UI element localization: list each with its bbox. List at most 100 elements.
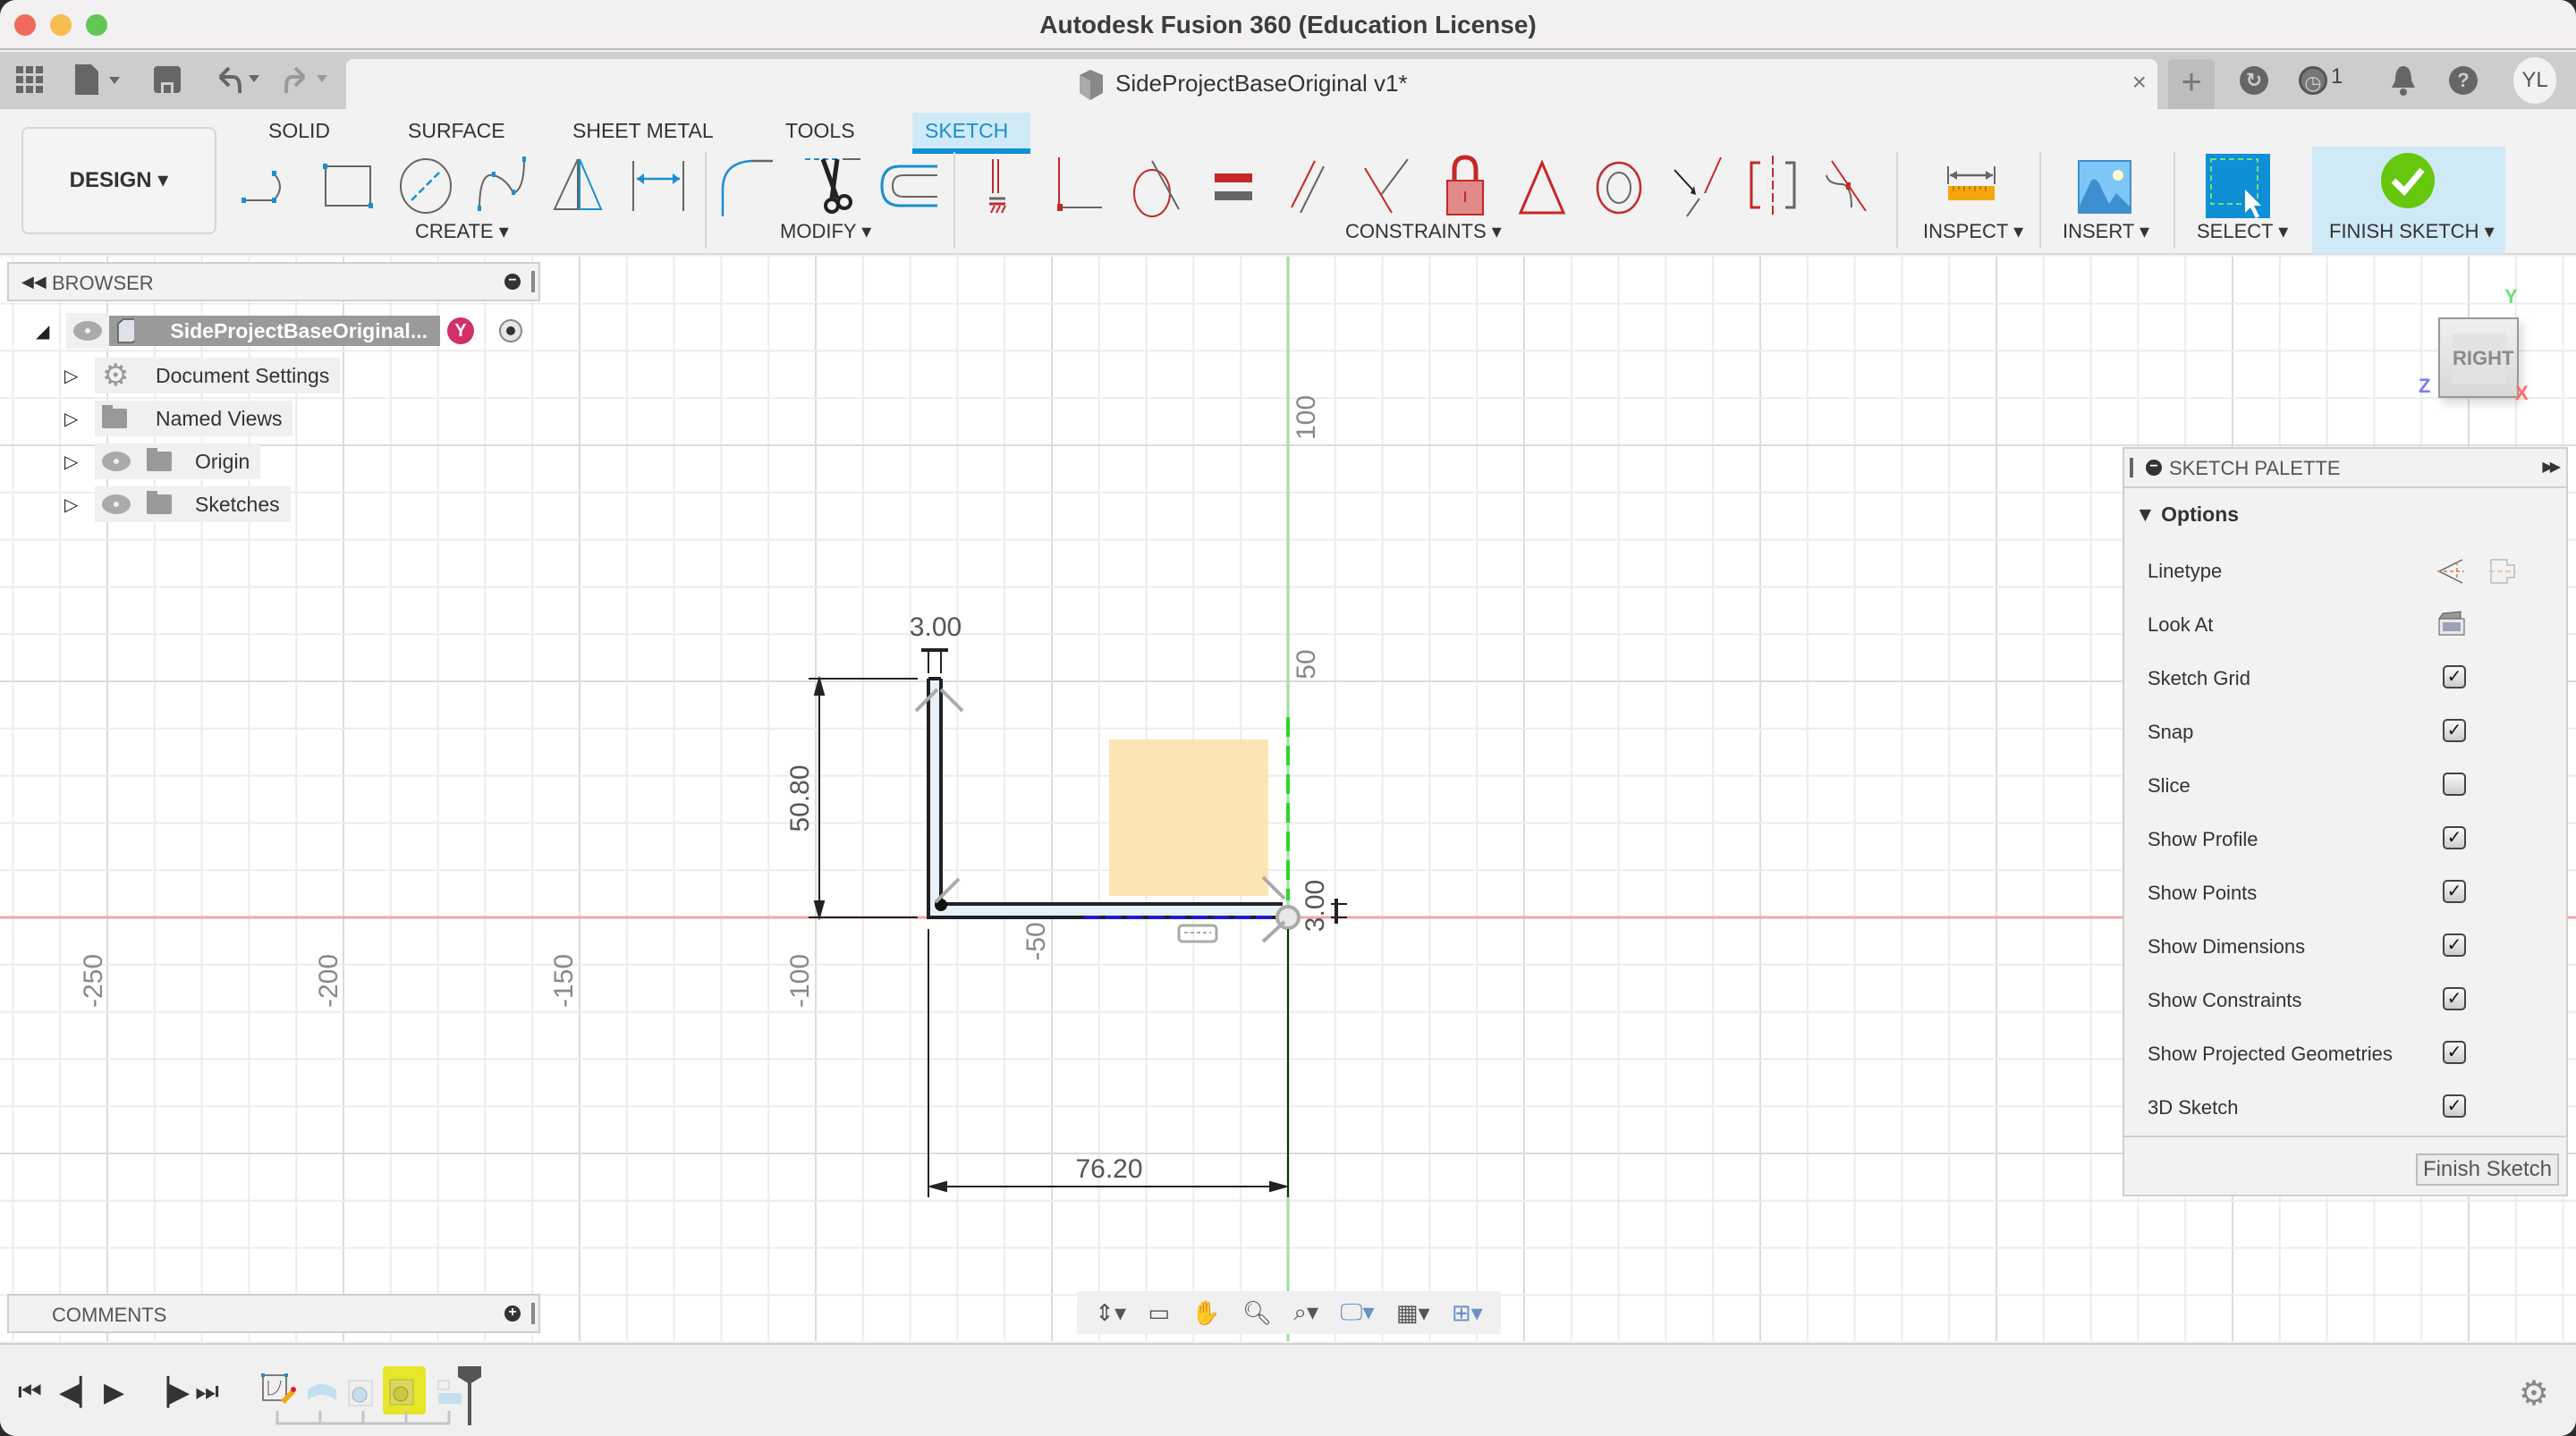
timeline-first-button[interactable]: ⏮ — [18, 1377, 42, 1407]
select-tool[interactable] — [2206, 154, 2270, 218]
add-comment-icon[interactable]: + — [504, 1305, 521, 1322]
finish-sketch-check-icon[interactable] — [2379, 152, 2436, 209]
timeline-play-button[interactable]: ▶ — [104, 1377, 124, 1408]
palette-drag-handle[interactable] — [2130, 458, 2133, 477]
modify-menu[interactable]: MODIFY ▾ — [780, 220, 871, 243]
browser-root-item[interactable]: ◢ SideProjectBaseOriginal... Y — [36, 313, 522, 349]
new-tab-button[interactable]: + — [2168, 59, 2215, 109]
browser-item-origin[interactable]: ▷ Origin — [64, 443, 261, 479]
comments-drag-handle[interactable] — [531, 1303, 535, 1324]
timeline-extrude-feature[interactable] — [343, 1372, 383, 1411]
save-icon[interactable] — [154, 66, 181, 93]
trim-tool[interactable] — [801, 154, 866, 218]
extensions-icon[interactable]: ↻ — [2240, 66, 2268, 95]
workspace-switcher[interactable]: DESIGN ▾ — [21, 127, 216, 234]
fillet-tool[interactable] — [716, 154, 780, 218]
show-points-checkbox[interactable]: ✓ — [2443, 880, 2466, 903]
snap-checkbox[interactable]: ✓ — [2443, 719, 2466, 742]
symmetry-constraint[interactable] — [1741, 154, 1805, 218]
line-tool[interactable] — [238, 154, 302, 218]
finish-sketch-button[interactable]: Finish Sketch — [2415, 1153, 2559, 1186]
equal-constraint[interactable] — [1202, 154, 1267, 218]
option-show-projected-geometries[interactable]: Show Projected Geometries ✓ — [2148, 1035, 2541, 1071]
view-cube[interactable]: RIGHT — [2438, 317, 2519, 398]
tangent-constraint[interactable] — [1123, 154, 1188, 218]
user-avatar[interactable]: YL — [2513, 57, 2556, 104]
tab-tools[interactable]: TOOLS — [773, 113, 868, 148]
display-settings-icon[interactable]: 🖵▾ — [1340, 1298, 1374, 1327]
expand-triangle-icon[interactable]: ▷ — [64, 494, 88, 516]
collapse-browser-icon[interactable]: ◀◀ — [21, 273, 47, 291]
rectangle-tool[interactable] — [317, 154, 381, 218]
option-show-profile[interactable]: Show Profile ✓ — [2148, 821, 2541, 857]
activate-component-radio[interactable] — [499, 319, 522, 342]
centerline-linetype-icon[interactable] — [2487, 556, 2518, 587]
dimension-top-thickness[interactable]: 3.00 — [910, 612, 962, 642]
inspect-menu[interactable]: INSPECT ▾ — [1923, 220, 2023, 243]
show-profile-checkbox[interactable]: ✓ — [2443, 826, 2466, 849]
orbit-icon[interactable]: ⇕▾ — [1095, 1299, 1126, 1327]
timeline-settings-gear-icon[interactable]: ⚙ — [2519, 1373, 2549, 1414]
option-show-dimensions[interactable]: Show Dimensions ✓ — [2148, 928, 2541, 964]
notifications-bell-icon[interactable] — [2390, 64, 2417, 97]
undo-icon[interactable] — [215, 66, 265, 95]
timeline-active-feature[interactable] — [383, 1366, 426, 1415]
dimension-tool[interactable] — [626, 154, 691, 218]
dimension-bottom-thickness[interactable]: 3.00 — [1301, 880, 1330, 932]
browser-drag-handle[interactable] — [531, 271, 535, 292]
insert-menu[interactable]: INSERT ▾ — [2063, 220, 2149, 243]
browser-item-sketches[interactable]: ▷ Sketches — [64, 486, 291, 522]
options-section-toggle[interactable]: ▼ Options — [2135, 503, 2239, 527]
expand-triangle-icon[interactable]: ▷ — [64, 408, 88, 430]
browser-panel-header[interactable]: ◀◀ BROWSER − — [7, 262, 540, 301]
tab-surface[interactable]: SURFACE — [395, 113, 518, 148]
timeline-marker[interactable] — [456, 1364, 483, 1427]
constraints-menu[interactable]: CONSTRAINTS ▾ — [1345, 220, 1502, 243]
select-menu[interactable]: SELECT ▾ — [2197, 220, 2288, 243]
visibility-eye-icon[interactable] — [102, 452, 131, 471]
option-show-constraints[interactable]: Show Constraints ✓ — [2148, 982, 2541, 1018]
zoom-window-icon[interactable]: ⌕▾ — [1293, 1298, 1318, 1327]
redo-icon[interactable] — [283, 66, 333, 95]
expand-triangle-icon[interactable]: ▷ — [64, 451, 88, 473]
zoom-icon[interactable]: 🔍︎ — [1242, 1299, 1272, 1327]
comments-panel-header[interactable]: COMMENTS + — [7, 1294, 540, 1333]
view-cube-face[interactable]: RIGHT — [2453, 334, 2513, 384]
timeline-previous-button[interactable]: ◀▏ — [59, 1377, 100, 1408]
timeline-next-button[interactable]: ▕▶ — [148, 1377, 190, 1408]
option-slice[interactable]: Slice — [2148, 767, 2541, 803]
dimension-width[interactable]: 76.20 — [1075, 1154, 1142, 1184]
3d-sketch-checkbox[interactable]: ✓ — [2443, 1094, 2466, 1118]
tab-sheet-metal[interactable]: SHEET METAL — [560, 113, 726, 148]
browser-item-named-views[interactable]: ▷ Named Views — [64, 401, 293, 436]
visibility-eye-icon[interactable] — [102, 494, 131, 514]
profile-highlight[interactable] — [1109, 739, 1268, 896]
expand-triangle-icon[interactable]: ▷ — [64, 365, 88, 387]
midpoint-constraint[interactable] — [1510, 154, 1574, 218]
concentric-constraint[interactable] — [1587, 154, 1651, 218]
data-panel-grid-icon[interactable] — [16, 66, 43, 93]
option-show-points[interactable]: Show Points ✓ — [2148, 874, 2541, 910]
tab-sketch[interactable]: SKETCH — [912, 113, 1030, 154]
show-dimensions-checkbox[interactable]: ✓ — [2443, 933, 2466, 957]
collapse-triangle-icon[interactable]: ◢ — [36, 320, 59, 342]
browser-item-document-settings[interactable]: ▷ ⚙ Document Settings — [64, 358, 341, 393]
help-icon[interactable]: ? — [2449, 66, 2478, 95]
circle-tool[interactable] — [394, 154, 458, 218]
pan-hand-icon[interactable]: ✋ — [1191, 1299, 1220, 1327]
spline-tool[interactable] — [470, 154, 535, 218]
document-tab[interactable]: SideProjectBaseOriginal v1* × — [346, 59, 2157, 109]
timeline-revolve-feature[interactable] — [302, 1372, 342, 1411]
coincident-constraint[interactable] — [1048, 154, 1113, 218]
fix-constraint[interactable] — [1433, 154, 1497, 218]
insert-image-tool[interactable] — [2073, 154, 2138, 218]
show-constraints-checkbox[interactable]: ✓ — [2443, 987, 2466, 1010]
slice-checkbox[interactable] — [2443, 773, 2466, 796]
horizontal-vertical-constraint[interactable] — [973, 154, 1038, 218]
mirror-tool[interactable] — [547, 154, 612, 218]
create-menu[interactable]: CREATE ▾ — [415, 220, 509, 243]
option-snap[interactable]: Snap ✓ — [2148, 714, 2541, 749]
measure-tool[interactable] — [1937, 154, 2002, 218]
visibility-eye-icon[interactable] — [73, 321, 102, 341]
minimize-browser-icon[interactable]: − — [504, 274, 521, 290]
